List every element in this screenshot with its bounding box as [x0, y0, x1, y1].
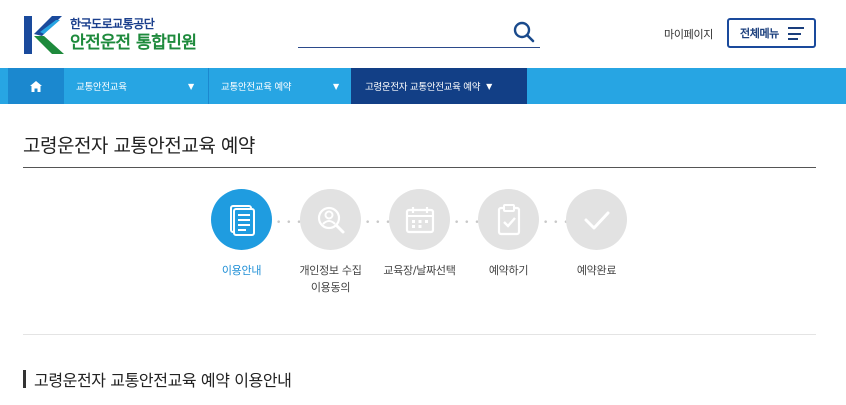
step-2-label: 개인정보 수집 이용동의 [290, 262, 371, 296]
nav-home-button[interactable] [8, 68, 64, 104]
logo-mark-icon [22, 14, 66, 56]
step-2-label-line1: 개인정보 수집 [299, 264, 362, 277]
step-5-circle [566, 189, 627, 250]
all-menu-button[interactable]: 전체메뉴 [727, 18, 816, 48]
title-divider [23, 167, 816, 168]
caret-down-icon: ▼ [333, 81, 339, 91]
site-header: 한국도로교통공단 안전운전 통합민원 마이페이지 전체메뉴 [0, 0, 846, 68]
step-5-label: 예약완료 [576, 264, 617, 277]
caret-down-icon: ▼ [188, 81, 194, 91]
step-4-label: 예약하기 [488, 264, 529, 277]
home-icon [30, 80, 42, 92]
logo-org-name: 한국도로교통공단 [70, 17, 155, 31]
page-title: 고령운전자 교통안전교육 예약 [23, 135, 255, 157]
caret-down-icon: ▼ [486, 81, 493, 91]
main-navbar: 교통안전교육 ▼ 교통안전교육 예약 ▼ 고령운전자 교통안전교육 예약 ▼ [0, 68, 846, 104]
clipboard-check-icon [497, 203, 520, 235]
nav-item-senior-booking[interactable]: 고령운전자 교통안전교육 예약 ▼ [351, 68, 527, 104]
step-connector: • • • [365, 218, 392, 228]
step-2-circle [300, 189, 361, 250]
step-connector: • • • [276, 218, 303, 228]
nav-item-label: 교통안전교육 예약 [221, 82, 292, 93]
section-divider [23, 334, 816, 335]
nav-item-label: 교통안전교육 [76, 82, 127, 93]
section-heading: 고령운전자 교통안전교육 예약 이용안내 [23, 367, 292, 391]
heading-bar [23, 370, 26, 388]
step-4-circle [478, 189, 539, 250]
nav-item-traffic-education[interactable]: 교통안전교육 ▼ [76, 68, 196, 104]
nav-item-label: 고령운전자 교통안전교육 예약 [365, 82, 481, 93]
nav-item-education-booking[interactable]: 교통안전교육 예약 ▼ [221, 68, 341, 104]
document-icon [229, 204, 255, 236]
logo-site-title: 안전운전 통합민원 [70, 33, 197, 53]
check-icon [584, 211, 609, 229]
site-logo[interactable]: 한국도로교통공단 안전운전 통합민원 [22, 14, 197, 56]
step-3-circle [389, 189, 450, 250]
search-input[interactable] [298, 18, 540, 48]
search-icon[interactable] [512, 20, 536, 44]
all-menu-label: 전체메뉴 [740, 27, 779, 40]
step-1-label: 이용안내 [221, 264, 262, 277]
step-1-circle [211, 189, 272, 250]
step-3-label: 교육장/날짜선택 [383, 264, 456, 277]
hamburger-menu-icon [788, 27, 804, 40]
calendar-icon [405, 206, 434, 233]
step-2-label-line2: 이용동의 [310, 281, 351, 294]
section-title: 고령운전자 교통안전교육 예약 이용안내 [34, 371, 292, 390]
step-connector: • • • [454, 218, 481, 228]
magnifier-user-icon [317, 206, 344, 233]
mypage-link[interactable]: 마이페이지 [664, 26, 713, 42]
nav-separator [208, 68, 209, 104]
